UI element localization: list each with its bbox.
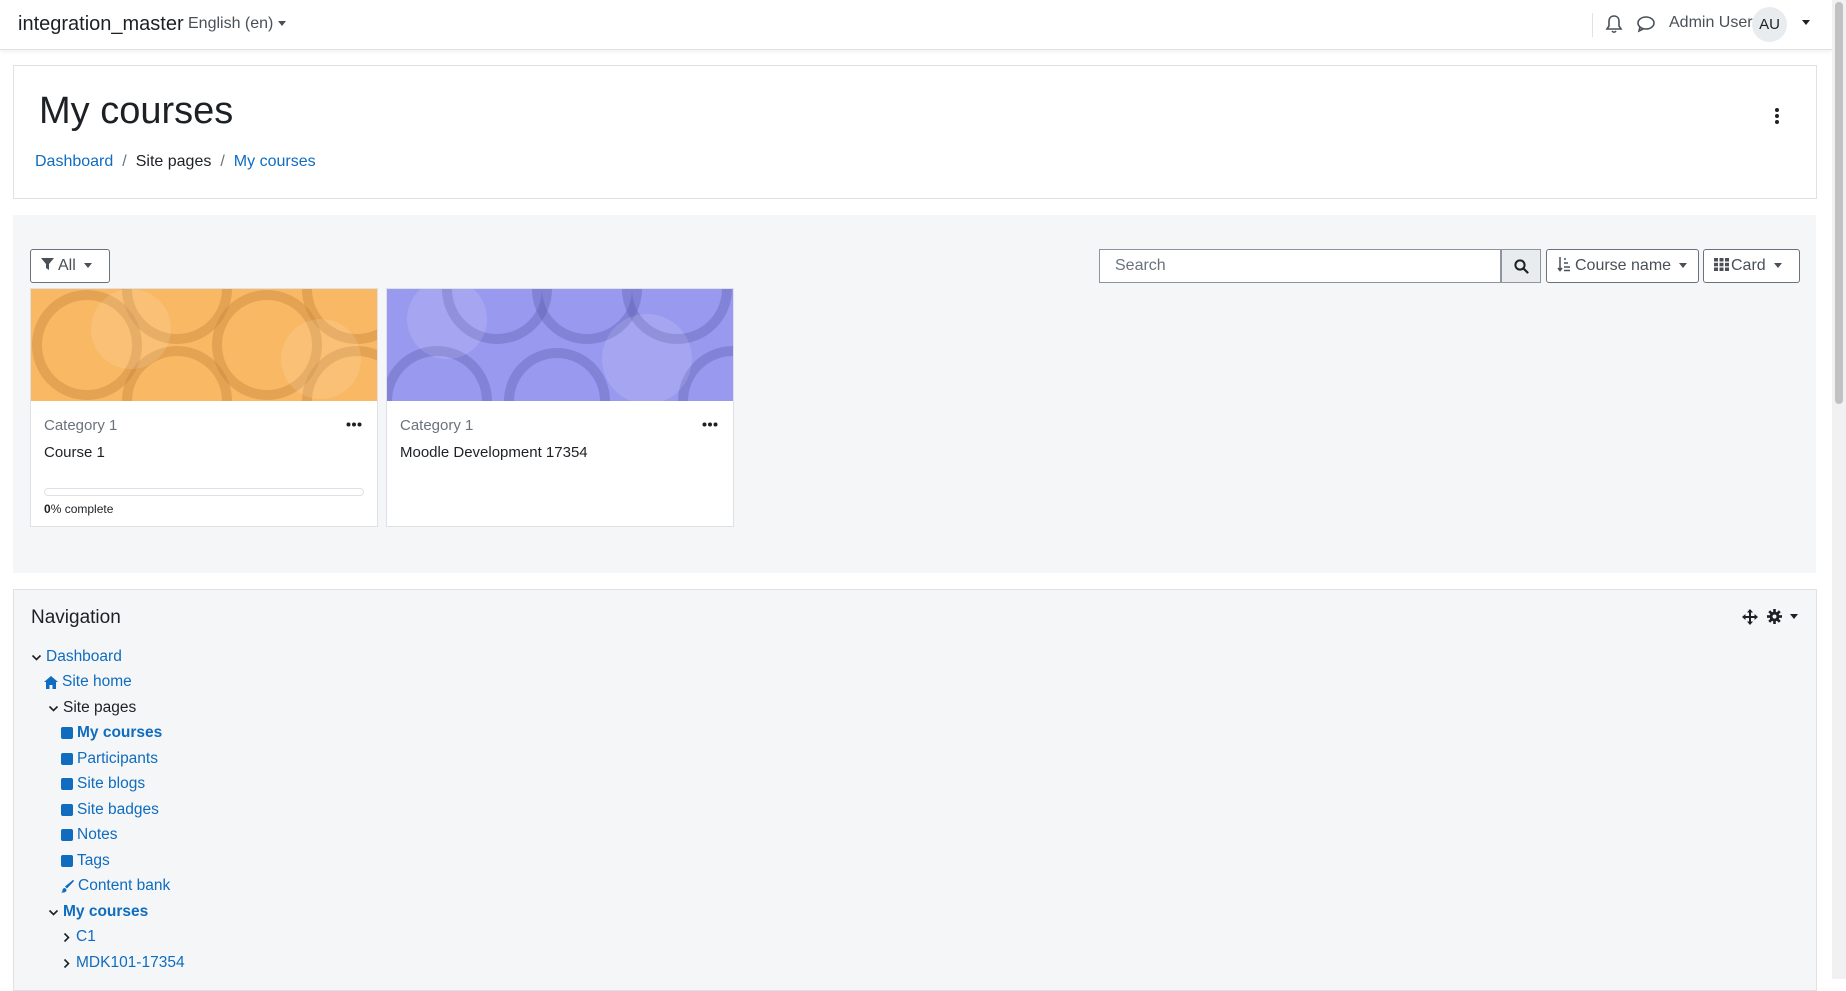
- chevron-down-icon: [48, 705, 59, 712]
- breadcrumb-site-pages: Site pages: [135, 153, 212, 170]
- course-name-link[interactable]: Course 1: [44, 444, 105, 461]
- page-header: My courses Dashboard / Site pages / My cours…: [13, 65, 1817, 199]
- nav-item-my-courses[interactable]: My courses: [61, 722, 162, 744]
- nav-item-label[interactable]: Notes: [77, 826, 118, 843]
- site-name-link[interactable]: integration_master: [18, 13, 184, 36]
- search-box: [1099, 249, 1530, 283]
- nav-item-site-home[interactable]: Site home: [44, 671, 132, 693]
- ellipsis-icon[interactable]: [346, 422, 362, 427]
- nav-item-label: Site pages: [63, 699, 137, 716]
- nav-item-label[interactable]: MDK101-17354: [76, 954, 185, 971]
- chat-icon[interactable]: [1636, 14, 1656, 34]
- filter-label: All: [58, 257, 76, 274]
- breadcrumb-dashboard[interactable]: Dashboard: [35, 153, 113, 170]
- breadcrumb-separator: /: [122, 153, 127, 170]
- course-card[interactable]: Category 1 Moodle Development 17354: [386, 288, 734, 527]
- chevron-down-icon[interactable]: [1790, 614, 1798, 619]
- nav-item-site-badges[interactable]: Site badges: [61, 799, 159, 821]
- course-overview: All Course name Card Category 1 Course 1…: [13, 215, 1816, 573]
- ellipsis-icon[interactable]: [702, 422, 718, 427]
- filter-dropdown-button[interactable]: All: [30, 249, 110, 283]
- course-category: Category 1: [44, 417, 118, 434]
- nav-item-tags[interactable]: Tags: [61, 850, 110, 872]
- nav-item-label[interactable]: Dashboard: [46, 648, 122, 665]
- gear-icon[interactable]: [1767, 609, 1782, 624]
- search-icon: [1513, 258, 1529, 274]
- breadcrumb-my-courses[interactable]: My courses: [234, 153, 316, 170]
- filter-icon: [41, 258, 54, 270]
- breadcrumb: Dashboard / Site pages / My courses: [35, 153, 316, 171]
- progress-value: 0: [44, 502, 51, 516]
- top-navbar: integration_master English (en) Admin Us…: [0, 0, 1832, 50]
- nav-item-label[interactable]: My courses: [77, 724, 162, 741]
- course-card[interactable]: Category 1 Course 1 0% complete: [30, 288, 378, 527]
- navigation-block: Navigation Dashboard Site home Site page…: [13, 589, 1817, 991]
- nav-item-label[interactable]: C1: [76, 928, 96, 945]
- page-icon: [61, 829, 73, 841]
- nav-item-label[interactable]: Site blogs: [77, 775, 145, 792]
- nav-item-label[interactable]: Tags: [77, 852, 110, 869]
- page-scrollbar[interactable]: [1832, 0, 1846, 979]
- nav-item-notes[interactable]: Notes: [61, 824, 118, 846]
- user-menu-chevron-down-icon[interactable]: [1802, 20, 1810, 25]
- chevron-down-icon: [83, 263, 92, 269]
- page-icon: [61, 855, 73, 867]
- page-icon: [61, 778, 73, 790]
- sort-dropdown-button[interactable]: Course name: [1546, 249, 1699, 283]
- bell-icon[interactable]: [1605, 14, 1623, 34]
- chevron-down-icon: [1679, 263, 1688, 269]
- nav-item-label[interactable]: My courses: [63, 903, 148, 920]
- paintbrush-icon: [61, 879, 74, 893]
- kebab-menu-icon[interactable]: [1774, 106, 1780, 126]
- sort-label: Course name: [1575, 257, 1672, 274]
- chevron-right-icon: [63, 958, 70, 968]
- grid-icon: [1714, 258, 1729, 271]
- sort-icon: [1557, 257, 1570, 272]
- chevron-down-icon: [48, 909, 59, 916]
- nav-item-site-pages[interactable]: Site pages: [48, 697, 136, 719]
- user-name[interactable]: Admin User: [1669, 14, 1753, 32]
- move-icon[interactable]: [1742, 609, 1758, 625]
- breadcrumb-separator: /: [220, 153, 225, 170]
- nav-item-mdk101[interactable]: MDK101-17354: [61, 952, 185, 974]
- navbar-divider: [1592, 13, 1593, 37]
- nav-item-c1[interactable]: C1: [61, 926, 96, 948]
- chevron-down-icon: [31, 654, 42, 661]
- progress-suffix: % complete: [50, 502, 114, 516]
- nav-item-label[interactable]: Site badges: [77, 801, 159, 818]
- search-button[interactable]: [1501, 249, 1541, 283]
- chevron-right-icon: [63, 932, 70, 942]
- page-title: My courses: [39, 90, 234, 132]
- nav-item-label[interactable]: Site home: [62, 673, 132, 690]
- page-icon: [61, 804, 73, 816]
- nav-item-site-blogs[interactable]: Site blogs: [61, 773, 145, 795]
- home-icon: [44, 675, 58, 689]
- nav-item-label[interactable]: Participants: [77, 750, 158, 767]
- nav-item-my-courses-group[interactable]: My courses: [48, 901, 148, 923]
- scrollbar-thumb[interactable]: [1835, 2, 1843, 404]
- page-icon: [61, 727, 73, 739]
- language-menu[interactable]: English (en): [188, 15, 287, 33]
- avatar[interactable]: AU: [1752, 7, 1787, 42]
- course-name-link[interactable]: Moodle Development 17354: [400, 444, 588, 461]
- chevron-down-icon: [278, 21, 287, 27]
- view-dropdown-button[interactable]: Card: [1703, 249, 1800, 283]
- search-input[interactable]: [1100, 250, 1530, 282]
- progress-text: 0% complete: [44, 502, 113, 516]
- course-category: Category 1: [400, 417, 474, 434]
- course-image[interactable]: [387, 289, 733, 401]
- page-icon: [61, 753, 73, 765]
- navigation-title: Navigation: [31, 607, 121, 628]
- nav-item-content-bank[interactable]: Content bank: [61, 875, 170, 897]
- chevron-down-icon: [1773, 263, 1782, 269]
- nav-item-dashboard[interactable]: Dashboard: [31, 646, 122, 668]
- progress-bar: [44, 488, 364, 496]
- nav-item-participants[interactable]: Participants: [61, 748, 158, 770]
- language-label: English (en): [188, 15, 274, 32]
- nav-item-label[interactable]: Content bank: [78, 877, 170, 894]
- course-image[interactable]: [31, 289, 377, 401]
- view-label: Card: [1731, 257, 1766, 274]
